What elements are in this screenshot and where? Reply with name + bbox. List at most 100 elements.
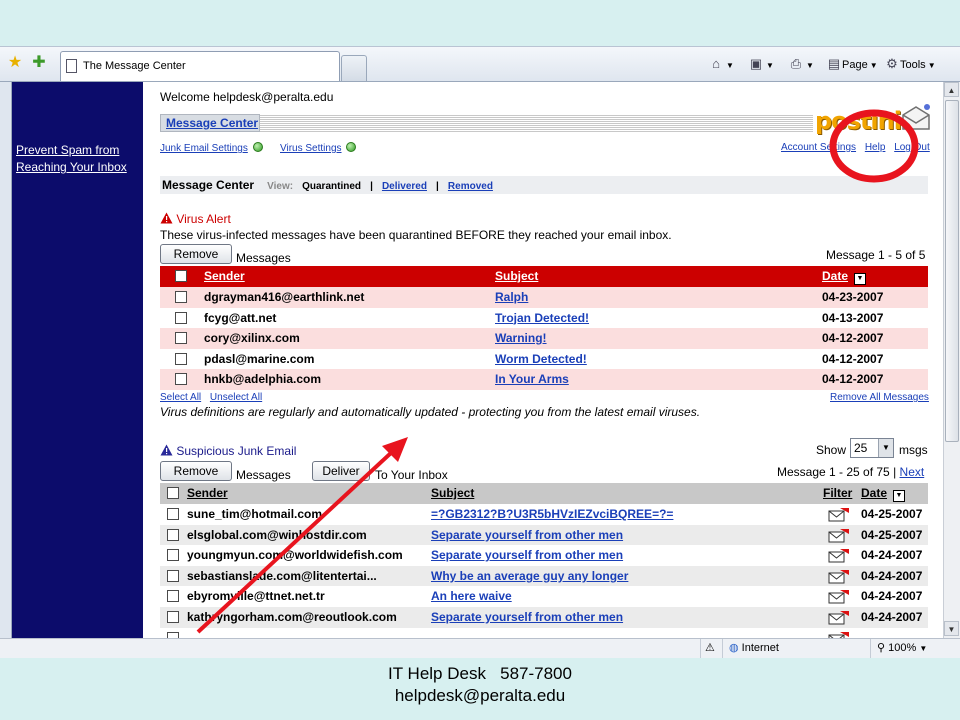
row-sender: elsglobal.com@winhostdir.com xyxy=(187,527,367,542)
junk-settings-link[interactable]: Junk Email Settings xyxy=(160,143,248,154)
feeds-button[interactable]: ▣ ▼ xyxy=(748,56,774,72)
slide-caption: IT Help Desk 587-7800 helpdesk@peralta.e… xyxy=(0,658,960,720)
row-checkbox[interactable] xyxy=(175,352,187,365)
account-settings-link[interactable]: Account Settings xyxy=(781,142,856,153)
virus-select-all-link[interactable]: Select All xyxy=(160,392,201,403)
row-subject-link[interactable]: An here waive xyxy=(431,586,811,607)
row-checkbox[interactable] xyxy=(167,569,179,582)
filter-envelope-icon[interactable] xyxy=(828,507,850,522)
scrollbar-thumb[interactable] xyxy=(945,100,959,442)
row-checkbox[interactable] xyxy=(167,528,179,541)
globe-icon: ◍ xyxy=(729,642,739,654)
row-date: 04-24-2007 xyxy=(861,568,923,583)
row-checkbox[interactable] xyxy=(175,311,187,324)
filter-envelope-icon[interactable] xyxy=(828,569,850,584)
junk-col-sender[interactable]: Sender xyxy=(187,483,228,504)
row-subject-link[interactable]: Separate yourself from other men xyxy=(431,607,811,628)
scroll-down-arrow-icon[interactable]: ▼ xyxy=(944,621,959,636)
filter-envelope-icon[interactable] xyxy=(828,548,850,563)
message-center-tab[interactable]: Message Center xyxy=(160,114,260,132)
virus-remove-all-link[interactable]: Remove All Messages xyxy=(830,392,929,403)
filter-envelope-icon[interactable] xyxy=(828,528,850,543)
row-subject-link[interactable]: Ralph xyxy=(495,287,815,308)
row-checkbox[interactable] xyxy=(167,508,179,520)
printer-icon: ⎙ xyxy=(790,56,802,71)
zoom-control[interactable]: ⚲ 100% ▼ xyxy=(870,639,960,658)
view-delivered-link[interactable]: Delivered xyxy=(382,181,427,192)
prevent-spam-link[interactable]: Prevent Spam from Reaching Your Inbox xyxy=(16,142,139,176)
row-date: 04-23-2007 xyxy=(822,290,884,304)
junk-messages-label: Messages xyxy=(236,468,291,482)
help-link[interactable]: Help xyxy=(865,142,886,153)
logout-link[interactable]: Log Out xyxy=(894,142,930,153)
virus-col-date[interactable]: Date ▼ xyxy=(822,266,867,287)
browser-tab[interactable]: The Message Center xyxy=(60,51,340,81)
home-icon: ⌂ xyxy=(712,56,720,71)
junk-col-date[interactable]: Date ▼ xyxy=(861,483,906,504)
row-subject-link[interactable]: In Your Arms xyxy=(495,369,815,390)
next-page-link[interactable]: Next xyxy=(900,465,925,479)
row-subject-link[interactable]: Separate yourself from other men xyxy=(431,525,811,546)
virus-unselect-all-link[interactable]: Unselect All xyxy=(210,392,262,403)
row-checkbox[interactable] xyxy=(167,549,179,562)
logo-wordmark: postini xyxy=(815,107,902,135)
virus-settings-link[interactable]: Virus Settings xyxy=(280,143,342,154)
chevron-down-icon[interactable]: ▼ xyxy=(878,439,893,457)
filter-envelope-icon[interactable] xyxy=(828,589,850,604)
row-checkbox[interactable] xyxy=(175,373,187,385)
row-checkbox[interactable] xyxy=(175,332,187,344)
filter-envelope-icon[interactable] xyxy=(828,631,850,638)
row-date: 04-13-2007 xyxy=(822,310,884,325)
view-removed-link[interactable]: Removed xyxy=(448,181,493,192)
tools-menu[interactable]: ⚙ Tools ▼ xyxy=(884,56,935,72)
chevron-down-icon: ▼ xyxy=(726,61,734,70)
row-subject-link[interactable]: Worm Detected! xyxy=(495,349,815,370)
row-checkbox[interactable] xyxy=(167,590,179,603)
sort-down-icon[interactable]: ▼ xyxy=(893,490,906,502)
junk-remove-button[interactable]: Remove xyxy=(160,461,232,481)
page-menu[interactable]: ▤ Page ▼ xyxy=(826,56,878,72)
virus-select-all-checkbox[interactable] xyxy=(175,270,187,282)
show-count-select[interactable]: 25 ▼ xyxy=(850,438,894,458)
row-date: 04-24-2007 xyxy=(861,548,923,563)
junk-select-all-checkbox[interactable] xyxy=(167,487,179,499)
msgs-label: msgs xyxy=(899,443,928,457)
to-inbox-label: To Your Inbox xyxy=(375,468,448,482)
row-checkbox[interactable] xyxy=(175,291,187,303)
junk-col-subject[interactable]: Subject xyxy=(431,483,474,504)
row-date: 04-24-2007 xyxy=(861,589,923,604)
virus-remove-button[interactable]: Remove xyxy=(160,244,232,264)
virus-col-sender[interactable]: Sender xyxy=(204,266,245,287)
home-button[interactable]: ⌂ ▼ xyxy=(708,56,734,72)
gear-icon: ⚙ xyxy=(886,56,898,71)
row-subject-link[interactable]: Trojan Detected! xyxy=(495,308,815,329)
tab-title: The Message Center xyxy=(83,60,186,72)
protected-mode-icon: ⚠ xyxy=(700,639,722,658)
deliver-button[interactable]: Deliver xyxy=(312,461,370,481)
row-subject-link[interactable]: Separate yourself from other men xyxy=(431,545,811,566)
virus-description: These virus-infected messages have been … xyxy=(160,228,672,242)
junk-col-filter[interactable]: Filter xyxy=(823,483,852,504)
scroll-up-arrow-icon[interactable]: ▲ xyxy=(944,82,959,97)
zoom-level: 100% xyxy=(888,642,917,654)
junk-pagination: Message 1 - 25 of 75 | Next xyxy=(777,465,924,479)
message-center-page: Welcome helpdesk@peralta.edu Message Cen… xyxy=(143,82,943,638)
row-sender: pdasl@marine.com xyxy=(204,351,315,366)
sort-down-icon[interactable]: ▼ xyxy=(854,273,867,285)
view-quarantined[interactable]: Quarantined xyxy=(302,181,361,192)
favorites-star-icon[interactable]: ★ xyxy=(6,54,24,72)
row-subject-link[interactable]: Warning! xyxy=(495,328,815,349)
virus-message-count: Message 1 - 5 of 5 xyxy=(826,248,926,262)
row-subject-link[interactable]: =?GB2312?B?U3R5bHVzIEZvciBQREE=?= xyxy=(431,504,811,525)
view-separator: | xyxy=(370,181,373,192)
vertical-scrollbar[interactable]: ▲ ▼ xyxy=(943,82,960,638)
add-favorites-icon[interactable]: ✚ xyxy=(30,54,48,72)
row-subject-link[interactable]: Why be an average guy any longer xyxy=(431,566,811,587)
filter-envelope-icon[interactable] xyxy=(828,610,850,625)
row-checkbox[interactable] xyxy=(167,611,179,623)
print-button[interactable]: ⎙ ▼ xyxy=(788,56,814,72)
virus-col-subject[interactable]: Subject xyxy=(495,266,538,287)
virus-remove-all-label: Remove All Messages xyxy=(830,392,929,403)
envelope-logo-icon xyxy=(902,104,930,130)
new-tab-button[interactable] xyxy=(341,55,367,81)
